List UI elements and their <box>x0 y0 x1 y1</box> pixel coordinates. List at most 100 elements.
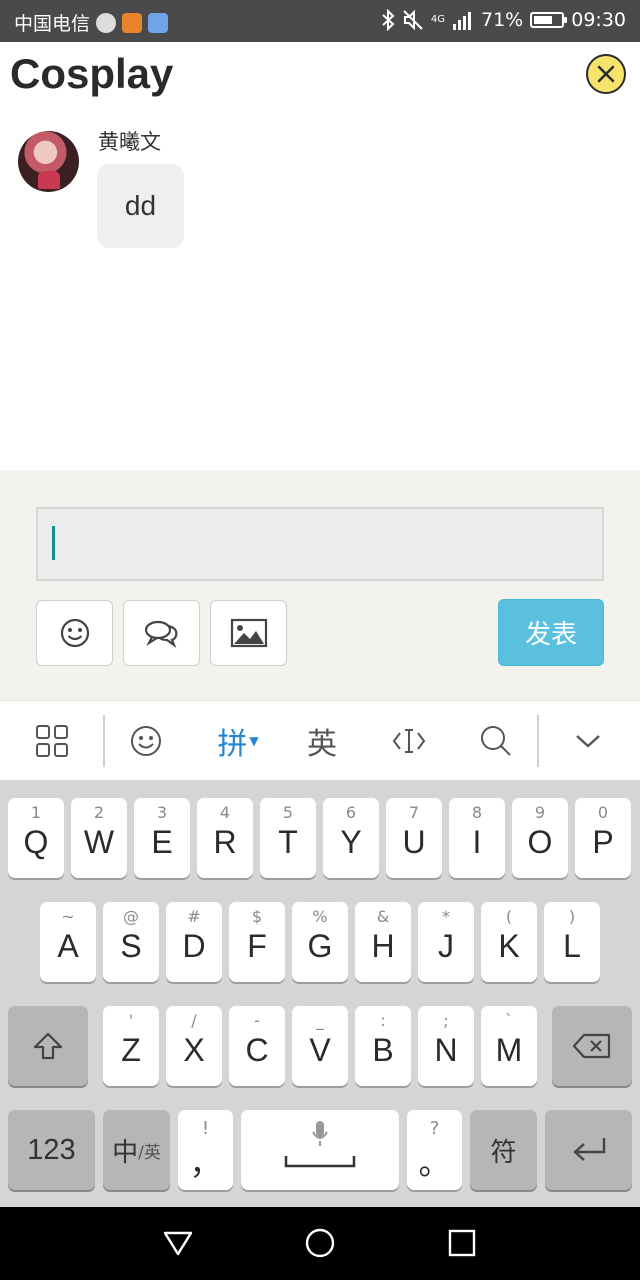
key-hint: 5 <box>282 803 294 822</box>
key-q[interactable]: 1Q <box>8 798 64 878</box>
key-label: Y <box>340 824 362 860</box>
key-hint: ' <box>128 1011 134 1030</box>
key-hint: 0 <box>597 803 609 822</box>
key-e[interactable]: 3E <box>134 798 190 878</box>
enter-icon <box>573 1138 605 1161</box>
avatar[interactable] <box>18 131 79 192</box>
sender-name: 黄曦文 <box>98 130 161 154</box>
lang-label-main: 中 <box>112 1137 139 1168</box>
key-o[interactable]: 9O <box>512 798 568 878</box>
key-hint: : <box>380 1011 386 1030</box>
key-l[interactable]: ) L <box>544 902 600 982</box>
symbols-key[interactable]: 符 <box>470 1110 537 1190</box>
battery-icon <box>530 12 568 28</box>
key-label: D <box>182 928 206 964</box>
backspace-key[interactable] <box>552 1006 632 1086</box>
app-notification-icon <box>96 12 117 33</box>
key-label: A <box>57 928 79 964</box>
pinyin-mode-button[interactable]: 拼 ▼ <box>208 701 268 781</box>
key-label: W <box>83 824 115 860</box>
emoji-button[interactable] <box>36 600 113 666</box>
home-button[interactable] <box>302 1225 338 1261</box>
back-button[interactable] <box>160 1225 196 1261</box>
key-label: P <box>592 824 614 860</box>
key-hint: 3 <box>156 803 168 822</box>
key-g[interactable]: % G <box>292 902 348 982</box>
close-button[interactable] <box>586 54 626 94</box>
key-label: R <box>213 824 237 860</box>
key-t[interactable]: 5T <box>260 798 316 878</box>
key-label: M <box>495 1032 523 1068</box>
hide-keyboard-button[interactable] <box>566 701 610 781</box>
key-p[interactable]: 0P <box>575 798 631 878</box>
key-r[interactable]: 4R <box>197 798 253 878</box>
enter-key[interactable] <box>545 1110 632 1190</box>
key-n[interactable]: ; N <box>418 1006 474 1086</box>
key-label: B <box>372 1032 394 1068</box>
key-label: O <box>527 824 553 860</box>
ime-emoji-button[interactable] <box>122 701 170 781</box>
key-y[interactable]: 6Y <box>323 798 379 878</box>
key-d[interactable]: # D <box>166 902 222 982</box>
comma-key[interactable]: ! ， <box>178 1110 233 1190</box>
numbers-key[interactable]: 123 <box>8 1110 95 1190</box>
key-c[interactable]: -C <box>229 1006 285 1086</box>
key-hint: # <box>187 907 201 926</box>
ime-divider <box>537 715 539 767</box>
key-hint: ( <box>505 907 513 926</box>
language-switch-key[interactable]: 中 /英 <box>103 1110 170 1190</box>
smiley-icon <box>131 726 161 756</box>
key-v[interactable]: _ V <box>292 1006 348 1086</box>
ime-search-button[interactable] <box>472 701 520 781</box>
key-hint: 6 <box>345 803 357 822</box>
image-icon <box>230 618 267 648</box>
key-label: X <box>183 1032 205 1068</box>
key-x[interactable]: / X <box>166 1006 222 1086</box>
text-cursor-icon <box>392 729 426 753</box>
period-key[interactable]: ? 。 <box>407 1110 462 1190</box>
key-u[interactable]: 7U <box>386 798 442 878</box>
smiley-icon <box>60 618 89 648</box>
recents-button[interactable] <box>444 1225 480 1261</box>
key-label: K <box>498 928 520 964</box>
comment-input[interactable] <box>36 507 604 581</box>
shift-key[interactable] <box>8 1006 88 1086</box>
comments-button[interactable] <box>123 600 200 666</box>
key-label: E <box>151 824 173 860</box>
backspace-icon <box>572 1033 611 1059</box>
image-button[interactable] <box>210 600 287 666</box>
clock: 09:30 <box>571 9 626 31</box>
battery-percent: 71% <box>481 9 524 31</box>
text-caret <box>52 526 55 560</box>
key-b[interactable]: :B <box>355 1006 411 1086</box>
key-hint: ; <box>443 1011 449 1030</box>
ime-menu-button[interactable] <box>28 701 76 781</box>
chat-bubbles-icon <box>144 620 177 648</box>
key-f[interactable]: $ F <box>229 902 285 982</box>
publish-button[interactable]: 发表 <box>498 599 604 666</box>
key-j[interactable]: * J <box>418 902 474 982</box>
key-m[interactable]: ` M <box>481 1006 537 1086</box>
key-label: U <box>402 824 426 860</box>
key-k[interactable]: (K <box>481 902 537 982</box>
key-z[interactable]: ' Z <box>103 1006 159 1086</box>
key-label: C <box>245 1032 269 1068</box>
carrier-label: 中国电信 <box>14 13 91 35</box>
space-key[interactable] <box>241 1110 399 1190</box>
key-w[interactable]: 2W <box>71 798 127 878</box>
cursor-move-button[interactable] <box>385 701 433 781</box>
key-hint: _ <box>316 1011 324 1030</box>
key-hint: 4 <box>219 803 231 822</box>
key-a[interactable]: ~ A <box>40 902 96 982</box>
key-h[interactable]: & H <box>355 902 411 982</box>
key-s[interactable]: @ S <box>103 902 159 982</box>
microphone-icon <box>312 1121 328 1146</box>
key-hint: 2 <box>93 803 105 822</box>
key-label: 。 <box>418 1145 451 1181</box>
key-hint: ! <box>201 1118 210 1139</box>
network-type-label: 4G <box>430 14 445 25</box>
key-label: F <box>247 928 267 964</box>
english-mode-button[interactable]: 英 <box>298 701 346 781</box>
key-i[interactable]: 8I <box>449 798 505 878</box>
chevron-down-icon <box>576 735 600 748</box>
